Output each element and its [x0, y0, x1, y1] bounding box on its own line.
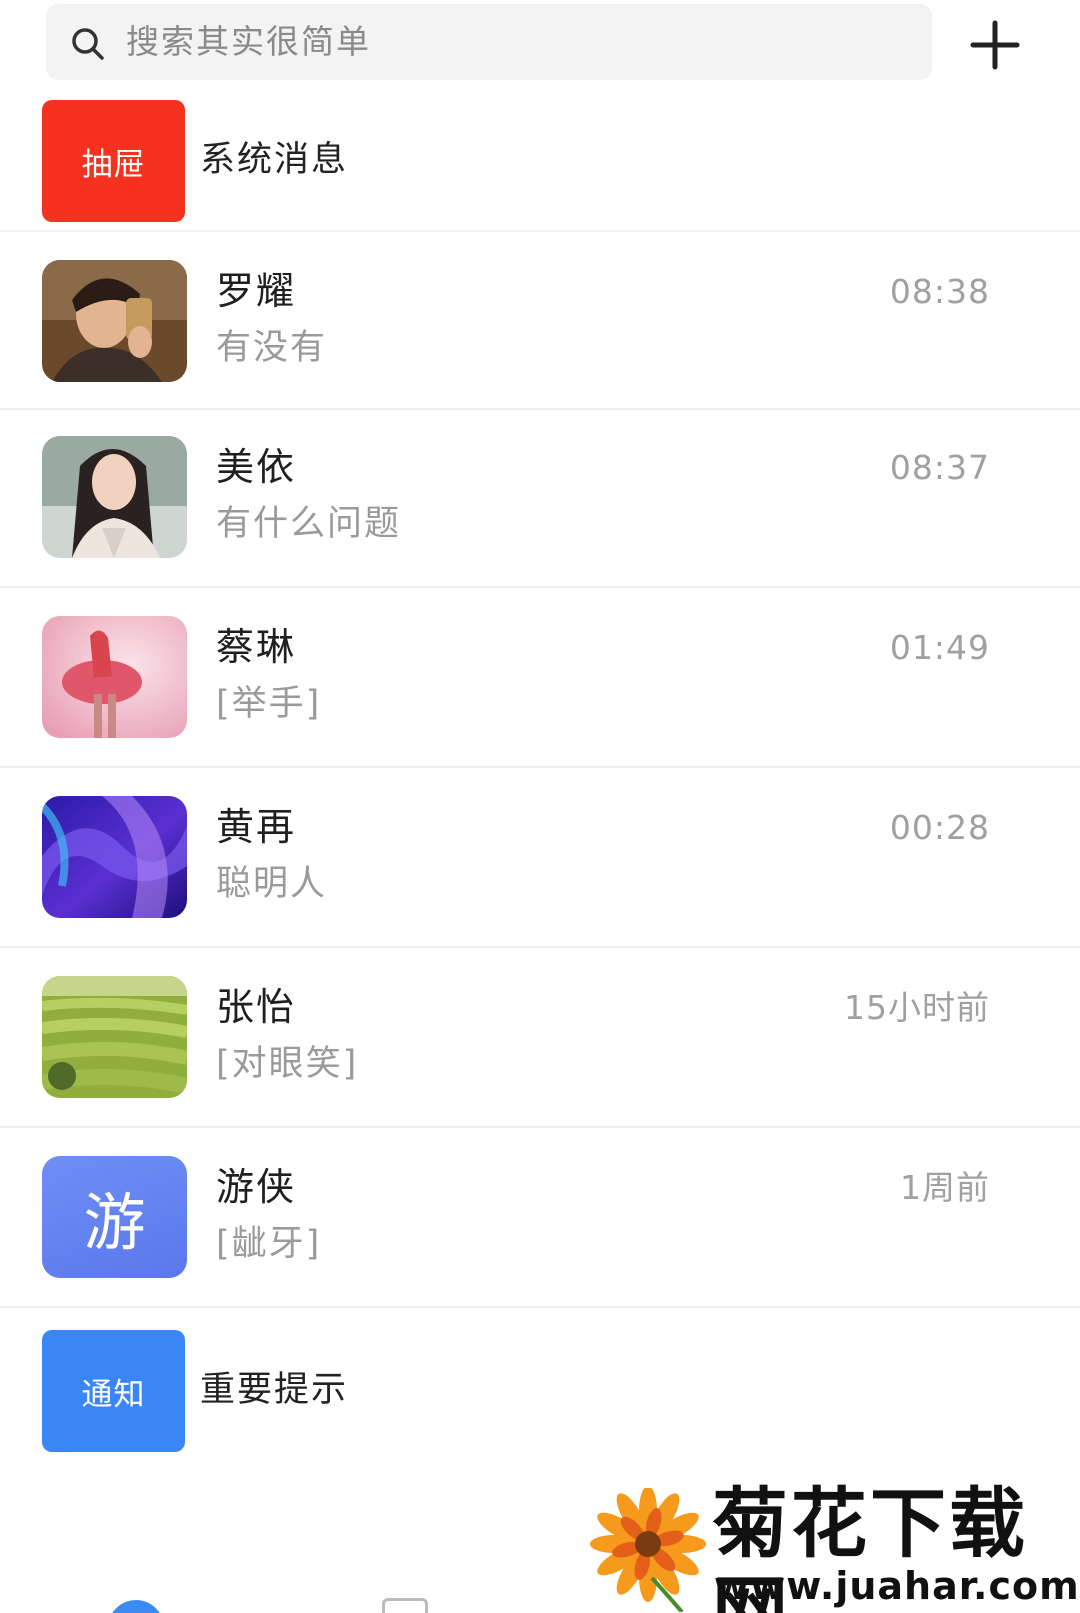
avatar: [42, 436, 187, 558]
avatar: [42, 260, 187, 382]
chat-item-huangzai[interactable]: 黄再 聪明人 00:28: [0, 768, 1080, 948]
chat-item-youxia[interactable]: 游 游侠 [龇牙] 1周前: [0, 1128, 1080, 1308]
chat-time: 15小时前: [844, 988, 990, 1027]
chat-time: 01:49: [889, 628, 990, 667]
system-message-label: 系统消息: [200, 140, 349, 180]
chat-time: 00:28: [889, 808, 990, 847]
chat-time: 08:38: [889, 272, 990, 311]
system-message-row[interactable]: 抽屉 系统消息: [0, 100, 1080, 232]
nav-contacts-icon[interactable]: [382, 1598, 428, 1613]
notification-row[interactable]: 通知 重要提示: [0, 1330, 1080, 1462]
chat-item-zhangyi[interactable]: 张怡 [对眼笑] 15小时前: [0, 948, 1080, 1128]
chat-preview: 聪明人: [216, 864, 328, 904]
chat-item-cailin[interactable]: 蔡琳 [举手] 01:49: [0, 588, 1080, 768]
chat-name: 黄再: [216, 805, 297, 849]
top-bar: 搜索其实很简单: [0, 0, 1080, 96]
avatar: [42, 976, 187, 1098]
watermark-url: www.juahar.com: [714, 1564, 1080, 1608]
add-icon[interactable]: [970, 20, 1020, 70]
chat-name: 罗耀: [216, 269, 297, 313]
search-icon: [72, 28, 104, 60]
notice-badge: 通知: [42, 1330, 185, 1452]
notification-label: 重要提示: [200, 1370, 349, 1410]
chat-name: 张怡: [216, 985, 297, 1029]
chat-preview: [龇牙]: [216, 1224, 322, 1264]
chat-preview: 有没有: [216, 328, 328, 368]
letter-avatar: 游: [42, 1156, 187, 1278]
search-placeholder: 搜索其实很简单: [126, 22, 371, 61]
nav-messages-icon[interactable]: [108, 1600, 164, 1613]
chat-preview: [对眼笑]: [216, 1044, 359, 1084]
chat-time: 08:37: [889, 448, 990, 487]
chat-item-luoyao[interactable]: 罗耀 有没有 08:38: [0, 230, 1080, 410]
watermark: 菊花下载网 www.juahar.com: [590, 1478, 1080, 1613]
chat-name: 蔡琳: [216, 625, 297, 669]
search-input[interactable]: 搜索其实很简单: [46, 4, 932, 80]
chat-time: 1周前: [900, 1168, 990, 1207]
avatar: [42, 796, 187, 918]
drawer-badge: 抽屉: [42, 100, 185, 222]
chat-name: 游侠: [216, 1165, 297, 1209]
flower-logo-icon: [590, 1488, 706, 1612]
chat-name: 美依: [216, 445, 297, 489]
chat-item-meiyi[interactable]: 美依 有什么问题 08:37: [0, 408, 1080, 588]
avatar: [42, 616, 187, 738]
chat-preview: [举手]: [216, 684, 322, 724]
chat-preview: 有什么问题: [216, 504, 402, 544]
